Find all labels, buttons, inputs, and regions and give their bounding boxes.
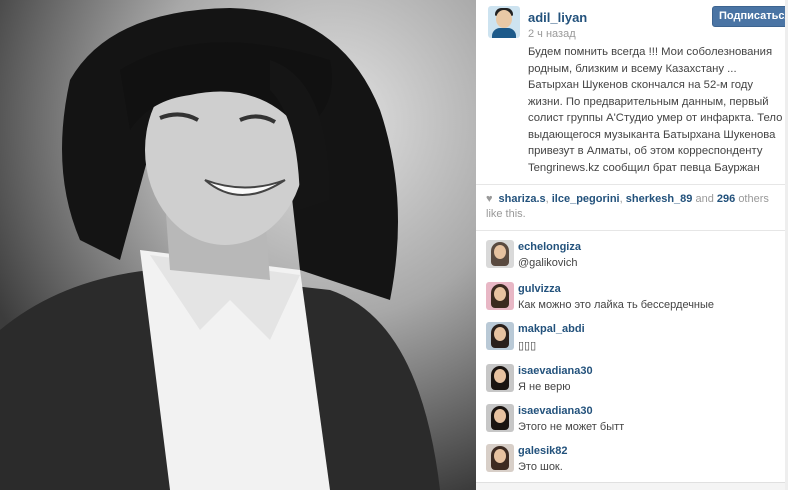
comment-avatar[interactable]: [486, 240, 514, 268]
comment-username[interactable]: galesik82: [518, 445, 568, 457]
comment-text: @galikovich: [518, 257, 578, 269]
portrait-image: [0, 0, 476, 490]
post-username[interactable]: adil_liyan: [528, 10, 587, 25]
comment-text: Это шок.: [518, 461, 563, 473]
comment-item: galesik82 Это шок.: [486, 444, 786, 484]
post-panel: adil_liyan 2 ч назад Подписаться Будем п…: [476, 0, 788, 490]
comment-username[interactable]: echelongiza: [518, 241, 581, 253]
like-user-1[interactable]: shariza.s: [499, 193, 546, 205]
likes-and: and: [695, 193, 714, 205]
post-photo[interactable]: [0, 0, 476, 490]
comment-input-bar[interactable]: [476, 482, 788, 490]
comment-text: Я не верю: [518, 381, 571, 393]
comment-text: Этого не может бытт: [518, 421, 625, 433]
comment-text: ▯▯▯: [518, 340, 537, 352]
divider: [476, 230, 788, 231]
likes-summary: ♥ shariza.s, ilce_pegorini, sherkesh_89 a…: [486, 192, 769, 220]
heart-icon[interactable]: ♥: [486, 192, 493, 207]
comment-avatar[interactable]: [486, 282, 514, 310]
like-user-3[interactable]: sherkesh_89: [626, 193, 693, 205]
like-user-2[interactable]: ilce_pegorini: [552, 193, 620, 205]
comment-text: Как можно это лайка ть бессердечные: [518, 299, 715, 311]
comment-username[interactable]: gulvizza: [518, 283, 561, 295]
likes-count[interactable]: 296: [717, 193, 735, 205]
avatar[interactable]: [488, 6, 520, 38]
comment-avatar[interactable]: [486, 322, 514, 350]
divider: [476, 184, 788, 185]
follow-button[interactable]: Подписаться: [712, 6, 788, 27]
comment-item: isaevadiana30 Этого не может бытт: [486, 404, 786, 444]
comment-username[interactable]: makpal_abdi: [518, 323, 585, 335]
comment-item: echelongiza @galikovich: [486, 240, 786, 280]
comment-avatar[interactable]: [486, 364, 514, 392]
comment-item: gulvizza Как можно это лайка ть бессерде…: [486, 282, 786, 322]
comment-item: makpal_abdi ▯▯▯: [486, 322, 786, 362]
comment-item: isaevadiana30 Я не верю: [486, 364, 786, 404]
comment-avatar[interactable]: [486, 444, 514, 472]
post-timestamp[interactable]: 2 ч назад: [528, 28, 576, 40]
post-caption: Будем помнить всегда !!! Мои соболезнова…: [528, 46, 783, 174]
post-header: adil_liyan 2 ч назад Подписаться: [476, 0, 788, 48]
comment-username[interactable]: isaevadiana30: [518, 405, 593, 417]
comment-username[interactable]: isaevadiana30: [518, 365, 593, 377]
comment-avatar[interactable]: [486, 404, 514, 432]
